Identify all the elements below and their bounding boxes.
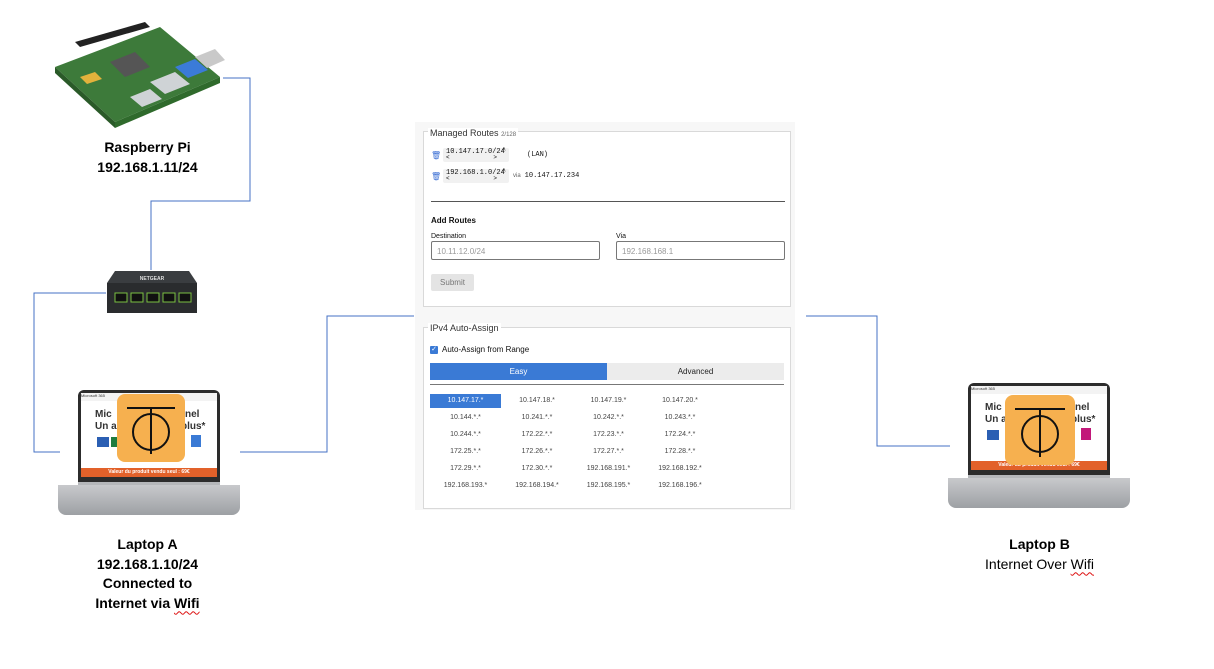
route-via: 10.147.17.234 (524, 172, 580, 180)
laptop-a-image: Microsoft 365 Mic nel Un an plus* Valeur… (58, 390, 240, 518)
range-option[interactable]: 172.28.*.* (645, 445, 716, 459)
zerotier-logo-icon (117, 394, 185, 462)
trash-icon[interactable]: 🗑 (431, 172, 443, 181)
range-option[interactable]: 10.144.*.* (430, 411, 501, 425)
route-destination-stepper[interactable]: 192.168.1.0/24 ^ < > (443, 168, 509, 183)
range-option[interactable]: 172.24.*.* (645, 428, 716, 442)
submit-button[interactable]: Submit (431, 274, 474, 291)
add-routes-title: Add Routes (431, 216, 476, 225)
range-option[interactable]: 172.27.*.* (573, 445, 644, 459)
laptop-b-label: Laptop B Internet Over Wifi (952, 535, 1127, 574)
tab-advanced[interactable]: Advanced (607, 363, 784, 380)
auto-assign-label: Auto-Assign from Range (442, 345, 530, 354)
laptop-a-note-2: Internet via Wifi (60, 594, 235, 614)
zerotier-logo-icon (1005, 395, 1075, 465)
switch-brand: NETGEAR (140, 276, 165, 282)
laptop-b-image: Microsoft 365 Mic nel Un an plus* Valeur… (948, 383, 1130, 511)
chevron-left-icon[interactable]: < (446, 154, 450, 161)
via-label: Via (616, 233, 626, 240)
screen-headline-b-b: nel (1075, 402, 1090, 413)
range-option[interactable]: 172.30.*.* (502, 462, 573, 476)
chevron-right-icon[interactable]: > (493, 175, 497, 182)
laptop-a-ip: 192.168.1.10/24 (96, 555, 199, 572)
range-option[interactable]: 192.168.196.* (645, 479, 716, 493)
auto-assign-row: ✓ Auto-Assign from Range (430, 345, 529, 354)
range-option[interactable]: 10.147.17.* (430, 394, 501, 408)
range-option[interactable]: 192.168.195.* (573, 479, 644, 493)
checkbox-checked-icon[interactable]: ✓ (430, 345, 438, 354)
screen-headline-a: Mic (95, 409, 112, 420)
laptop-a-note-2-prefix: Internet via (95, 594, 175, 611)
route-row: 🗑 192.168.1.0/24 ^ < > via 10.147.17.234 (431, 168, 580, 183)
range-option[interactable]: 10.147.18.* (502, 394, 573, 408)
screen-banner: Valeur du produit vendu seul : 69€ (81, 468, 217, 477)
screen-headline-b: nel (185, 409, 200, 420)
raspberry-pi-image (50, 22, 225, 132)
range-option[interactable]: 192.168.192.* (645, 462, 716, 476)
range-option[interactable]: 10.241.*.* (502, 411, 573, 425)
managed-routes-title: Managed Routes 2/128 (428, 128, 519, 138)
laptop-a-note-2-word: Wifi (174, 594, 200, 611)
via-input[interactable]: 192.168.168.1 (616, 241, 785, 260)
chevron-left-icon[interactable]: < (446, 175, 450, 182)
raspberry-pi-ip: 192.168.1.11/24 (97, 158, 198, 175)
range-option[interactable]: 10.147.19.* (573, 394, 644, 408)
route-via: (LAN) (527, 151, 549, 159)
divider (431, 201, 785, 202)
range-option[interactable]: 172.22.*.* (502, 428, 573, 442)
range-option[interactable]: 10.244.*.* (430, 428, 501, 442)
ipv4-auto-assign-card: IPv4 Auto-Assign ✓ Auto-Assign from Rang… (423, 323, 791, 509)
laptop-b-note: Internet Over Wifi (952, 555, 1127, 575)
laptop-a-name: Laptop A (117, 536, 178, 552)
range-option[interactable]: 10.243.*.* (645, 411, 716, 425)
chevron-up-icon[interactable]: ^ (502, 147, 506, 155)
raspberry-pi-name: Raspberry Pi (104, 139, 191, 155)
range-option[interactable]: 10.242.*.* (573, 411, 644, 425)
range-option[interactable]: 172.26.*.* (502, 445, 573, 459)
laptop-b-note-prefix: Internet Over (985, 555, 1071, 572)
route-row: 🗑 10.147.17.0/24 ^ < > (LAN) (431, 147, 549, 162)
laptop-a-note-1: Connected to (102, 575, 193, 591)
chevron-up-icon[interactable]: ^ (502, 168, 506, 176)
range-option[interactable]: 172.23.*.* (573, 428, 644, 442)
screen-top-bar-b: Microsoft 365 (971, 386, 1107, 394)
tab-easy[interactable]: Easy (430, 363, 607, 380)
destination-input[interactable]: 10.11.12.0/24 (431, 241, 600, 260)
raspberry-pi-label: Raspberry Pi 192.168.1.11/24 (60, 138, 235, 177)
managed-routes-card: Managed Routes 2/128 🗑 10.147.17.0/24 ^ … (423, 128, 791, 307)
route-via-label: via (513, 173, 521, 179)
range-option[interactable]: 192.168.193.* (430, 479, 501, 493)
managed-routes-count: 2/128 (501, 132, 517, 138)
range-option[interactable]: 192.168.194.* (502, 479, 573, 493)
network-switch-image: NETGEAR (107, 271, 197, 315)
laptop-b-name: Laptop B (1009, 536, 1070, 552)
laptop-a-label: Laptop A 192.168.1.10/24 Connected to In… (60, 535, 235, 613)
range-option[interactable]: 172.25.*.* (430, 445, 501, 459)
divider (430, 384, 784, 385)
range-option[interactable]: 192.168.191.* (573, 462, 644, 476)
destination-label: Destination (431, 233, 467, 240)
range-option[interactable]: 172.29.*.* (430, 462, 501, 476)
screen-headline-a-b: Mic (985, 402, 1002, 413)
range-option[interactable]: 10.147.20.* (645, 394, 716, 408)
laptop-b-note-word: Wifi (1070, 555, 1094, 572)
chevron-right-icon[interactable]: > (493, 154, 497, 161)
route-destination-stepper[interactable]: 10.147.17.0/24 ^ < > (443, 147, 509, 162)
trash-icon[interactable]: 🗑 (431, 151, 443, 160)
managed-routes-title-text: Managed Routes (430, 128, 499, 138)
network-settings-panel: Managed Routes 2/128 🗑 10.147.17.0/24 ^ … (415, 122, 795, 510)
ipv4-title: IPv4 Auto-Assign (428, 323, 501, 333)
